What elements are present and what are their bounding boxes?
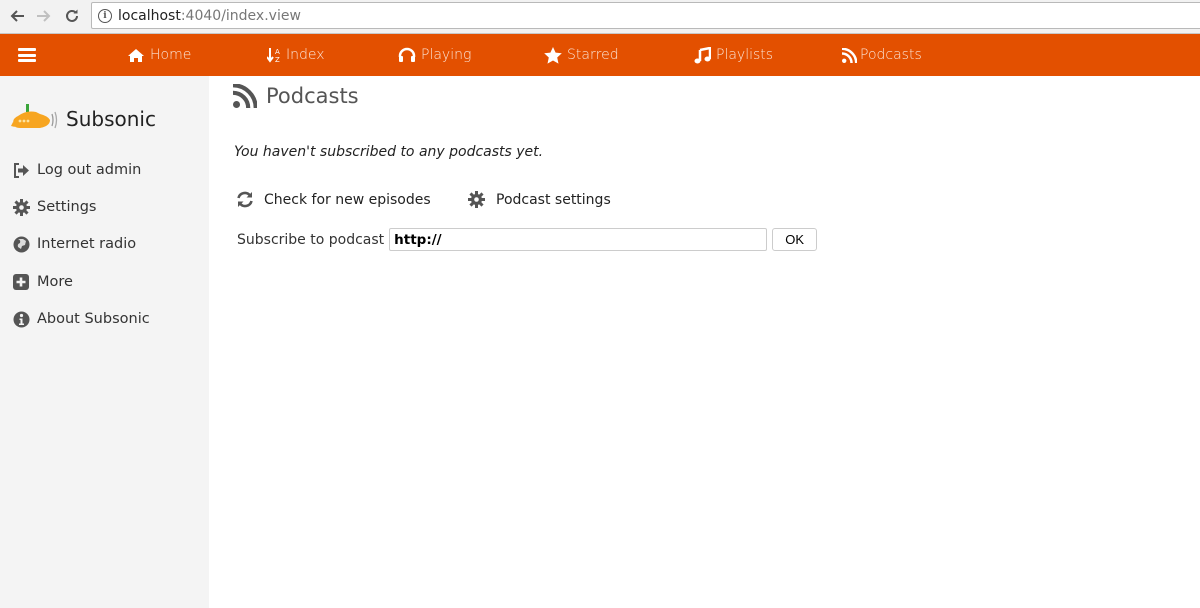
podcast-url-input[interactable] (389, 228, 768, 251)
sidebar-item-internet-radio[interactable]: Internet radio (12, 235, 136, 253)
nav-starred-label: Starred (567, 47, 619, 63)
check-new-episodes-button[interactable]: Check for new episodes (236, 191, 431, 208)
rss-icon (233, 84, 257, 108)
top-navigation: Home AZ Index Playing Starred Playlists … (0, 34, 1200, 76)
nav-podcasts-label: Podcasts (860, 47, 922, 63)
sidebar-item-logout[interactable]: Log out admin (12, 161, 141, 179)
music-icon (694, 46, 711, 64)
subscribe-ok-button[interactable]: OK (772, 228, 818, 251)
sidebar: Subsonic Log out admin Settings Internet… (0, 76, 209, 608)
sidebar-item-more[interactable]: More (12, 273, 73, 291)
reload-icon (66, 9, 78, 22)
gear-icon (468, 191, 485, 208)
back-button[interactable] (6, 5, 28, 27)
empty-message: You haven't subscribed to any podcasts y… (234, 144, 544, 160)
podcast-settings-label: Podcast settings (496, 191, 611, 208)
nav-home[interactable]: Home (127, 34, 191, 76)
info-icon[interactable]: i (98, 8, 112, 23)
url-path: :4040/index.view (180, 7, 301, 24)
rss-icon (842, 47, 857, 63)
nav-index[interactable]: AZ Index (267, 34, 325, 76)
reload-button[interactable] (61, 5, 83, 27)
star-icon (544, 46, 562, 64)
sidebar-item-label: About Subsonic (37, 311, 150, 327)
nav-home-label: Home (150, 47, 192, 63)
nav-playlists-label: Playlists (716, 47, 774, 63)
nav-playing[interactable]: Playing (398, 34, 471, 76)
info-circle-icon (12, 310, 30, 328)
nav-podcasts[interactable]: Podcasts (842, 34, 922, 76)
sidebar-item-label: Settings (37, 199, 97, 215)
sidebar-item-label: Internet radio (37, 236, 137, 252)
page-title: Podcasts (233, 84, 359, 108)
browser-toolbar: i localhost:4040/index.view (0, 0, 1200, 34)
home-icon (127, 48, 145, 63)
arrow-right-icon (37, 10, 51, 22)
globe-icon (12, 235, 30, 253)
refresh-icon (236, 191, 254, 208)
sort-alpha-icon: AZ (267, 47, 281, 63)
sidebar-item-label: More (37, 274, 73, 290)
subsonic-logo-icon (11, 104, 58, 129)
url-host: localhost (118, 7, 181, 24)
forward-button[interactable] (33, 5, 55, 27)
subscribe-form: Subscribe to podcast OK (237, 228, 818, 251)
nav-starred[interactable]: Starred (544, 34, 619, 76)
gear-icon (12, 198, 30, 216)
page-title-text: Podcasts (266, 84, 359, 108)
nav-playing-label: Playing (421, 47, 472, 63)
podcast-settings-button[interactable]: Podcast settings (468, 191, 611, 208)
main-content: Podcasts You haven't subscribed to any p… (209, 76, 1200, 608)
hamburger-menu-button[interactable] (18, 48, 36, 62)
nav-playlists[interactable]: Playlists (694, 34, 773, 76)
brand-name: Subsonic (66, 107, 156, 131)
sidebar-item-about[interactable]: About Subsonic (12, 310, 150, 328)
address-bar[interactable]: i localhost:4040/index.view (91, 2, 1200, 29)
brand[interactable]: Subsonic (10, 102, 156, 136)
nav-index-label: Index (286, 47, 325, 63)
sidebar-item-label: Log out admin (37, 162, 142, 178)
plus-square-icon (12, 273, 30, 291)
check-new-episodes-label: Check for new episodes (264, 191, 431, 208)
svg-text:Z: Z (275, 56, 280, 63)
arrow-left-icon (10, 10, 24, 22)
sidebar-item-settings[interactable]: Settings (12, 198, 96, 216)
sign-out-icon (12, 161, 30, 179)
headphones-icon (398, 47, 416, 63)
svg-text:A: A (275, 48, 280, 56)
subscribe-label: Subscribe to podcast (237, 231, 385, 248)
